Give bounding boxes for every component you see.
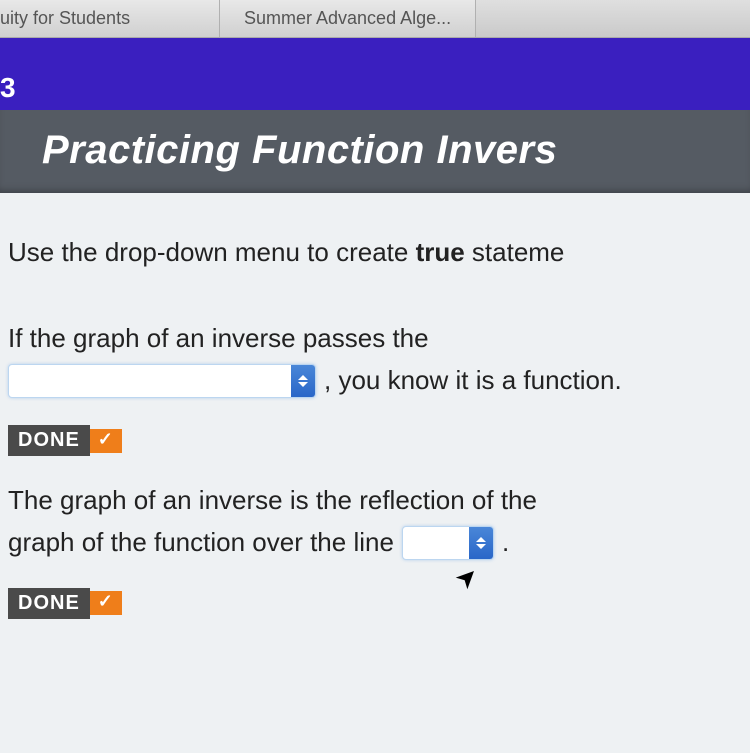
chevron-down-icon [476,544,486,549]
done-check [90,429,122,453]
app-header-bar: 3 [0,38,750,110]
q1-dropdown-button[interactable] [291,365,315,397]
lesson-content: Use the drop-down menu to create true st… [0,193,750,753]
check-icon [98,433,114,449]
instruction-bold: true [416,237,465,267]
done-check-2 [90,591,122,615]
instruction-suffix: stateme [465,237,565,267]
instruction-prefix: Use the drop-down menu to create [8,237,416,267]
q2-prefix: graph of the function over the line [8,524,394,562]
instruction-text: Use the drop-down menu to create true st… [8,237,750,268]
chevron-up-icon [298,375,308,380]
q2-suffix: . [502,524,509,562]
q1-dropdown[interactable] [8,364,316,398]
check-icon [98,595,114,611]
done-label-2: DONE [8,588,90,619]
done-label: DONE [8,425,90,456]
question-2: The graph of an inverse is the reflectio… [8,482,750,561]
chevron-down-icon [298,382,308,387]
q2-dropdown[interactable] [402,526,494,560]
q1-dropdown-field[interactable] [9,365,291,397]
q2-line1: The graph of an inverse is the reflectio… [8,482,750,520]
header-indicator: 3 [0,72,16,104]
q1-suffix: , you know it is a function. [324,362,622,400]
browser-tabs: uity for Students Summer Advanced Alge..… [0,0,750,38]
lesson-title: Practicing Function Invers [0,110,750,193]
tab-summer-algebra[interactable]: Summer Advanced Alge... [220,0,476,37]
done-button-1[interactable]: DONE [8,425,122,456]
done-button-2[interactable]: DONE [8,588,122,619]
tab-equity[interactable]: uity for Students [0,0,220,37]
q1-line1: If the graph of an inverse passes the [8,320,750,358]
q2-line2: graph of the function over the line . [8,524,750,562]
chevron-up-icon [476,537,486,542]
question-1: If the graph of an inverse passes the , … [8,320,750,399]
q1-line2: , you know it is a function. [8,362,750,400]
q2-dropdown-button[interactable] [469,527,493,559]
q2-dropdown-field[interactable] [403,527,469,559]
